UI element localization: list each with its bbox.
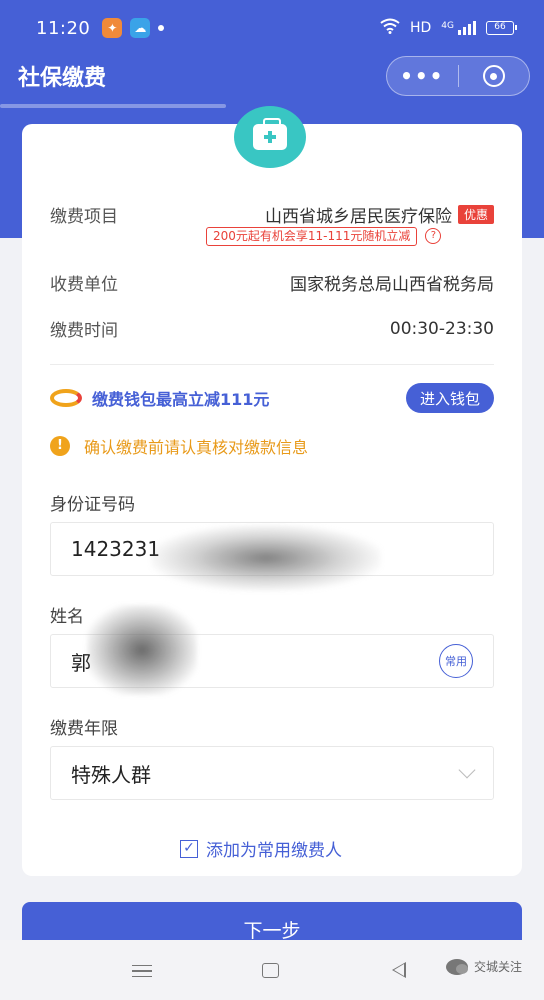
- wallet-logo-icon: [50, 389, 82, 407]
- close-mini-program-button[interactable]: [459, 65, 530, 87]
- close-ring-icon: [482, 65, 505, 87]
- id-number-input[interactable]: 1423231: [50, 522, 494, 591]
- medical-kit-icon: [234, 106, 306, 168]
- wechat-icon: [446, 958, 468, 975]
- watermark: 交城关注: [446, 958, 522, 975]
- back-icon[interactable]: [392, 962, 406, 978]
- page-title: 社保缴费: [18, 66, 107, 91]
- payment-form-card: 缴费项目 山西省城乡居民医疗保险 优惠 200元起有机会享11-111元随机立减…: [22, 106, 522, 876]
- menu-icon[interactable]: [132, 965, 152, 977]
- wallet-promo-row: 缴费钱包最高立减111元 进入钱包: [50, 382, 494, 414]
- more-options-button[interactable]: •••: [387, 64, 458, 88]
- warning-icon: !: [50, 436, 70, 456]
- help-icon[interactable]: ?: [425, 228, 442, 244]
- discount-tag: 优惠: [457, 205, 494, 224]
- header-progress-line: [0, 104, 226, 108]
- payment-item-row: 缴费项目 山西省城乡居民医疗保险 优惠: [50, 202, 494, 227]
- payment-time-label: 缴费时间: [50, 321, 118, 341]
- mini-program-nav-bar: 社保缴费 •••: [0, 56, 544, 96]
- checkbox[interactable]: ✓: [180, 839, 198, 858]
- wifi-icon: [380, 18, 400, 38]
- payment-years-label: 缴费年限: [50, 719, 118, 739]
- enter-wallet-button[interactable]: 进入钱包: [405, 383, 494, 413]
- notification-icons: ✦ ☁: [102, 18, 165, 38]
- payment-item-value: 山西省城乡居民医疗保险: [264, 207, 452, 227]
- status-time: 11:20: [36, 17, 91, 39]
- home-icon[interactable]: [262, 963, 279, 978]
- common-payer-button[interactable]: 常用: [439, 644, 473, 678]
- cloud-notification-icon: ☁: [130, 18, 151, 38]
- payment-years-select[interactable]: 特殊人群: [50, 746, 494, 800]
- system-navigation-bar: 交城关注: [0, 940, 544, 1000]
- payment-item-label: 缴费项目: [50, 207, 118, 227]
- more-notifications-dot: [158, 25, 165, 31]
- signal-icon: 4G: [441, 21, 476, 35]
- payment-time-value: 00:30-23:30: [389, 318, 494, 339]
- promo-row: 200元起有机会享11-111元随机立减 ?: [206, 226, 442, 246]
- payee-unit-value: 国家税务总局山西省税务局: [290, 275, 494, 295]
- name-input[interactable]: 郭 常用: [50, 605, 494, 695]
- payee-unit-label: 收费单位: [50, 275, 118, 295]
- add-common-payer-checkbox-row[interactable]: ✓ 添加为常用缴费人: [180, 836, 342, 861]
- hd-indicator: HD: [409, 20, 432, 36]
- status-indicators: HD 4G 66: [380, 18, 517, 38]
- status-bar: 11:20 ✦ ☁ HD 4G 66: [0, 0, 544, 56]
- privacy-redaction: [87, 605, 197, 695]
- payment-years-value: 特殊人群: [71, 762, 151, 787]
- section-divider: [50, 364, 494, 365]
- payee-unit-row: 收费单位 国家税务总局山西省税务局: [50, 270, 494, 295]
- app-notification-icon: ✦: [102, 18, 123, 38]
- name-label: 姓名: [50, 607, 84, 627]
- privacy-redaction: [151, 525, 381, 591]
- payment-time-row: 缴费时间 00:30-23:30: [50, 316, 494, 342]
- warning-row: ! 确认缴费前请认真核对缴款信息: [50, 434, 308, 458]
- id-number-value: 1423231: [71, 537, 161, 561]
- watermark-text: 交城关注: [474, 960, 523, 974]
- battery-icon: 66: [486, 21, 517, 35]
- wallet-promo-text: 缴费钱包最高立减111元: [92, 390, 270, 409]
- promo-text: 200元起有机会享11-111元随机立减: [206, 226, 418, 246]
- id-number-label: 身份证号码: [50, 495, 135, 515]
- capsule-menu: •••: [386, 56, 530, 96]
- add-common-payer-label: 添加为常用缴费人: [206, 841, 342, 861]
- chevron-down-icon: [458, 761, 476, 779]
- warning-text: 确认缴费前请认真核对缴款信息: [84, 438, 309, 457]
